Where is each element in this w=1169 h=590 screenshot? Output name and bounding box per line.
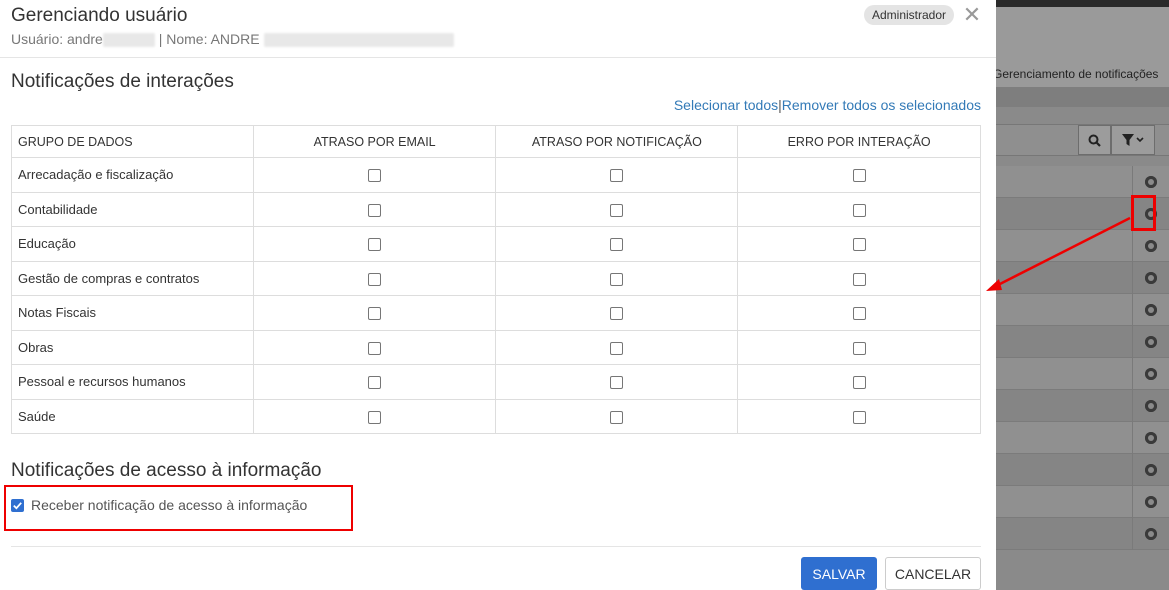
- role-badge: Administrador: [864, 5, 955, 25]
- notification-delay-checkbox[interactable]: [610, 410, 624, 424]
- redacted-fullname: [263, 33, 454, 48]
- filter-icon: [1122, 134, 1144, 146]
- table-row: Arrecadação e fiscalização: [11, 157, 981, 193]
- gear-icon[interactable]: [1145, 336, 1157, 348]
- redacted-username: [102, 33, 155, 48]
- notifications-table: GRUPO DE DADOS ATRASO POR EMAIL ATRASO P…: [11, 125, 981, 434]
- table-header-row: GRUPO DE DADOS ATRASO POR EMAIL ATRASO P…: [11, 125, 981, 158]
- interaction-error-checkbox[interactable]: [852, 307, 866, 321]
- column-header-interaction-error: ERRO POR INTERAÇÃO: [737, 125, 981, 158]
- access-notification-checkbox[interactable]: [11, 498, 24, 512]
- modal-subtitle: Usuário: andre | Nome: ANDRE: [11, 31, 454, 48]
- interaction-error-checkbox[interactable]: [852, 203, 866, 217]
- table-row: Obras: [11, 329, 981, 365]
- table-row: Saúde: [11, 398, 981, 434]
- table-row: [996, 390, 1169, 422]
- notification-delay-checkbox[interactable]: [610, 203, 624, 217]
- row-label: Obras: [11, 329, 254, 365]
- search-icon: [1088, 134, 1101, 147]
- selection-links: Selecionar todos|Remover todos os seleci…: [674, 97, 981, 113]
- gear-icon[interactable]: [1145, 496, 1157, 508]
- table-row: Contabilidade: [11, 191, 981, 227]
- row-label: Notas Fiscais: [11, 295, 254, 331]
- email-delay-checkbox[interactable]: [368, 410, 382, 424]
- row-label: Educação: [11, 226, 254, 262]
- save-button[interactable]: SALVAR: [801, 557, 877, 590]
- interaction-error-checkbox[interactable]: [852, 410, 866, 424]
- table-row: [996, 486, 1169, 518]
- table-row: Gestão de compras e contratos: [11, 260, 981, 296]
- row-label: Arrecadação e fiscalização: [11, 157, 254, 193]
- table-row: [996, 422, 1169, 454]
- check-icon: [13, 501, 22, 510]
- background-breadcrumb: Gerenciamento de notificações: [993, 67, 1159, 81]
- column-header-notification-delay: ATRASO POR NOTIFICAÇÃO: [495, 125, 739, 158]
- interaction-error-checkbox[interactable]: [852, 272, 866, 286]
- gear-icon[interactable]: [1145, 400, 1157, 412]
- notification-delay-checkbox[interactable]: [610, 376, 624, 390]
- column-header-email-delay: ATRASO POR EMAIL: [252, 125, 497, 158]
- table-row: Educação: [11, 226, 981, 262]
- access-notification-option[interactable]: Receber notificação de acesso à informaç…: [11, 497, 307, 513]
- interactions-title: Notificações de interações: [11, 71, 234, 92]
- email-delay-checkbox[interactable]: [368, 341, 382, 355]
- notification-delay-checkbox[interactable]: [610, 341, 624, 355]
- select-all-link[interactable]: Selecionar todos: [674, 97, 778, 113]
- gear-icon[interactable]: [1145, 176, 1157, 188]
- email-delay-checkbox[interactable]: [368, 307, 382, 321]
- gear-icon[interactable]: [1145, 272, 1157, 284]
- subtitle-name: | Nome: ANDRE: [158, 31, 260, 47]
- access-title: Notificações de acesso à informação: [11, 460, 322, 481]
- background-search-button[interactable]: [1078, 125, 1111, 155]
- remove-all-link[interactable]: Remover todos os selecionados: [782, 97, 981, 113]
- background-filter-button[interactable]: [1111, 125, 1155, 155]
- gear-icon[interactable]: [1145, 432, 1157, 444]
- notification-delay-checkbox[interactable]: [610, 238, 624, 252]
- table-row: [996, 358, 1169, 390]
- email-delay-checkbox[interactable]: [368, 272, 382, 286]
- row-label: Gestão de compras e contratos: [11, 260, 254, 296]
- close-icon[interactable]: ✕: [962, 3, 982, 27]
- table-row: [996, 166, 1169, 198]
- manage-user-modal: Gerenciando usuário Usuário: andre | Nom…: [0, 0, 996, 590]
- notification-delay-checkbox[interactable]: [610, 169, 624, 183]
- notification-delay-checkbox[interactable]: [610, 307, 624, 321]
- footer-divider: [11, 546, 981, 547]
- gear-icon[interactable]: [1145, 464, 1157, 476]
- gear-icon[interactable]: [1145, 528, 1157, 540]
- gear-icon[interactable]: [1145, 368, 1157, 380]
- background-header: Gerenciamento de notificações: [993, 7, 1169, 87]
- interaction-error-checkbox[interactable]: [852, 238, 866, 252]
- background-topbar: [996, 0, 1169, 7]
- cancel-button[interactable]: CANCELAR: [885, 557, 981, 590]
- table-row: [996, 518, 1169, 550]
- annotation-arrow: [986, 216, 1131, 291]
- column-header-data-group: GRUPO DE DADOS: [11, 125, 254, 158]
- interaction-error-checkbox[interactable]: [852, 376, 866, 390]
- background-strip: [996, 87, 1169, 107]
- modal-title: Gerenciando usuário: [11, 5, 188, 26]
- notification-delay-checkbox[interactable]: [610, 272, 624, 286]
- row-label: Saúde: [11, 398, 254, 434]
- row-label: Pessoal e recursos humanos: [11, 364, 254, 400]
- modal-header: Gerenciando usuário Usuário: andre | Nom…: [0, 0, 996, 58]
- table-row: [996, 454, 1169, 486]
- email-delay-checkbox[interactable]: [368, 376, 382, 390]
- interaction-error-checkbox[interactable]: [852, 341, 866, 355]
- row-label: Contabilidade: [11, 191, 254, 227]
- gear-icon[interactable]: [1145, 304, 1157, 316]
- interaction-error-checkbox[interactable]: [852, 169, 866, 183]
- gear-icon[interactable]: [1145, 240, 1157, 252]
- subtitle-user: Usuário: andre: [11, 31, 103, 47]
- table-row: [996, 326, 1169, 358]
- email-delay-checkbox[interactable]: [368, 203, 382, 217]
- table-row: Notas Fiscais: [11, 295, 981, 331]
- table-row: Pessoal e recursos humanos: [11, 364, 981, 400]
- access-notification-label: Receber notificação de acesso à informaç…: [31, 497, 308, 513]
- email-delay-checkbox[interactable]: [368, 238, 382, 252]
- email-delay-checkbox[interactable]: [368, 169, 382, 183]
